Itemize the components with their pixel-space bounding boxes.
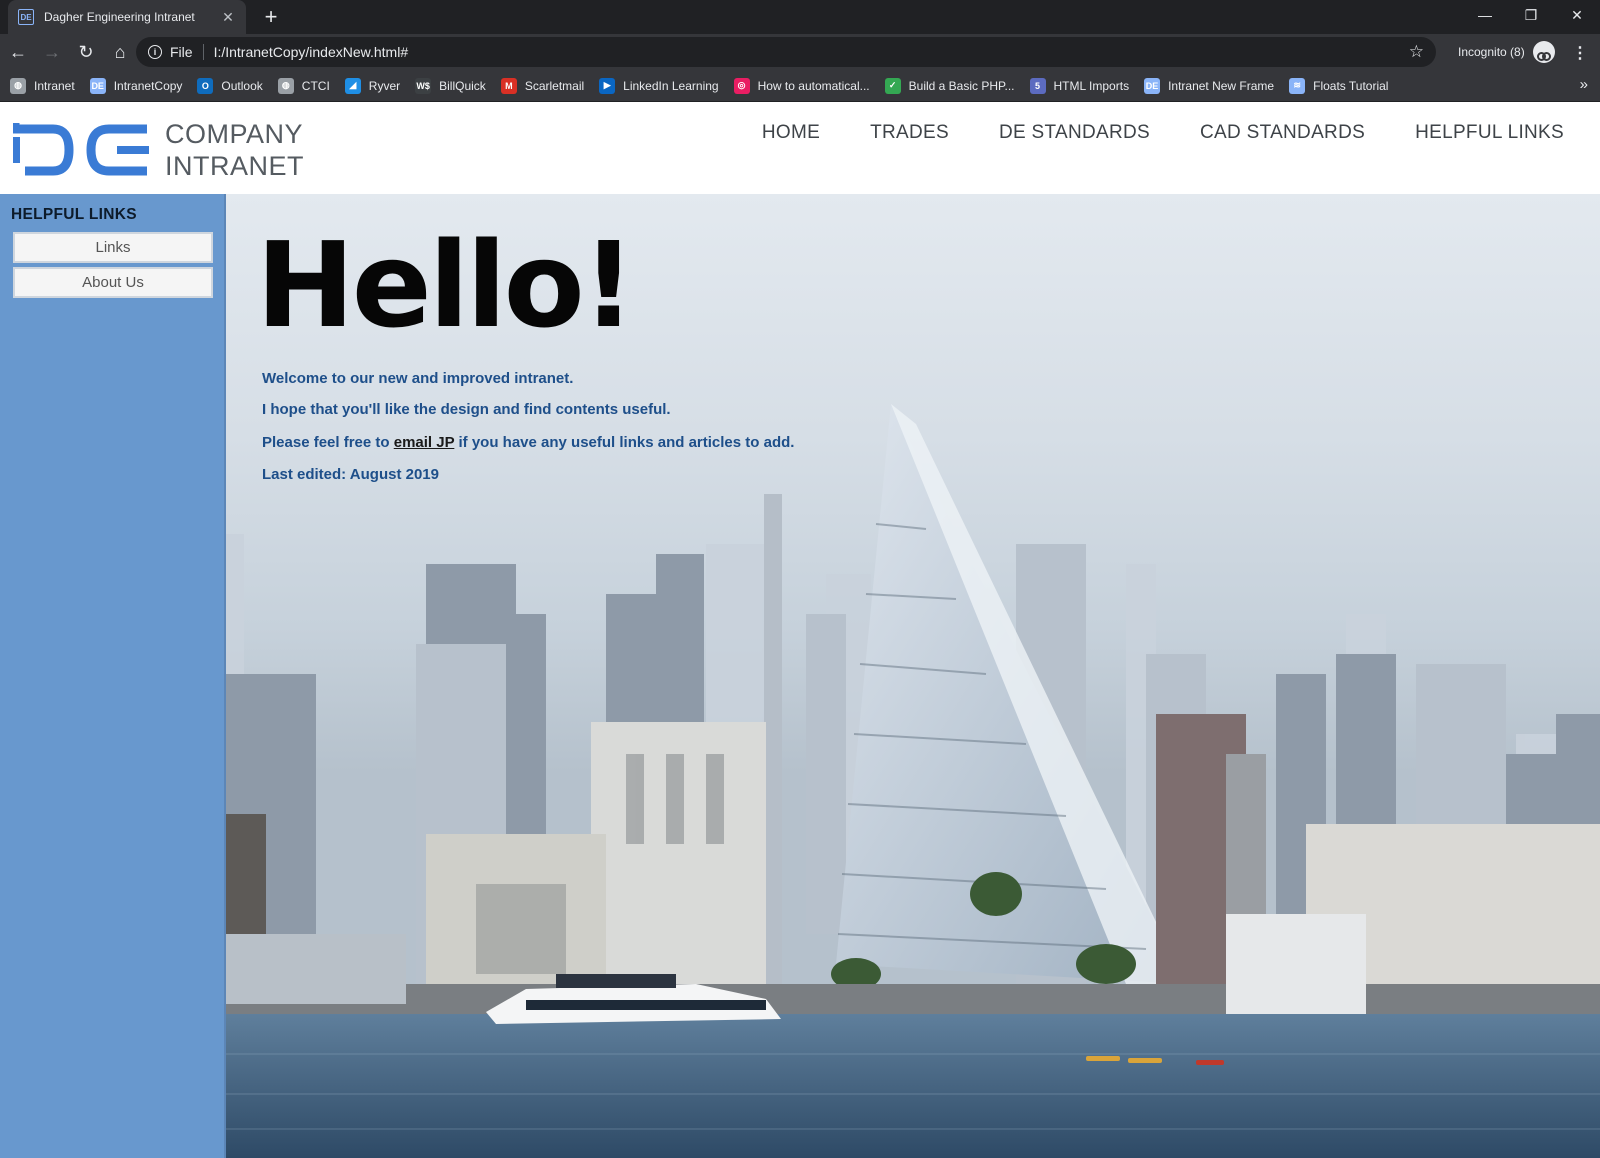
bookmark-label: Build a Basic PHP...	[908, 78, 1015, 93]
gmail-icon: M	[500, 77, 517, 94]
bookmark-label: CTCI	[301, 78, 330, 93]
restore-icon[interactable]: ❐	[1508, 0, 1554, 30]
de-logo-mark	[10, 119, 155, 181]
window-controls: — ❐ ✕	[1462, 0, 1600, 30]
bookmarks-overflow-icon[interactable]: »	[1580, 76, 1588, 93]
hero-contact-text: Please feel free to email JP if you have…	[262, 434, 794, 451]
bookmarks-bar: ◍ Intranet DE IntranetCopy O Outlook ◍ CTCI ◢ Ryv…	[0, 70, 1600, 102]
html5-icon: 5	[1029, 77, 1046, 94]
bookmark-label: How to automatical...	[757, 78, 870, 93]
new-tab-plus-icon[interactable]: +	[258, 4, 284, 30]
page-viewport: COMPANY INTRANET HOME TRADES DE STANDARD…	[0, 102, 1600, 1158]
outlook-icon: O	[197, 77, 214, 94]
hero-title: Hello!	[256, 216, 636, 354]
bookmark-item[interactable]: ◎ How to automatical...	[733, 77, 870, 94]
bookmark-item[interactable]: O Outlook	[197, 77, 263, 94]
bookmark-item[interactable]: ▶ LinkedIn Learning	[599, 77, 719, 94]
ryver-icon: ◢	[344, 77, 361, 94]
nav-trades[interactable]: TRADES	[870, 122, 949, 144]
bookmark-item[interactable]: ◢ Ryver	[344, 77, 401, 94]
de-favicon-icon: DE	[18, 9, 34, 25]
swirl-icon: ◎	[733, 77, 750, 94]
address-bar[interactable]: i File I:/IntranetCopy/indexNew.html# ☆	[136, 37, 1436, 67]
bookmark-item[interactable]: M Scarletmail	[500, 77, 585, 94]
links-button[interactable]: Links	[13, 232, 213, 263]
incognito-indicator[interactable]: Incognito (8)	[1458, 37, 1555, 67]
logo-line-intranet: INTRANET	[165, 151, 304, 181]
about-us-button[interactable]: About Us	[13, 267, 213, 298]
hero-design-text: I hope that you'll like the design and f…	[262, 401, 671, 418]
forward-arrow-icon[interactable]: →	[36, 36, 68, 68]
bookmark-label: Ryver	[368, 78, 401, 93]
hero-banner: Hello! Welcome to our new and improved i…	[226, 194, 1600, 1158]
bookmark-item[interactable]: ◍ CTCI	[277, 77, 330, 94]
close-icon[interactable]: ✕	[220, 9, 236, 26]
bookmark-item[interactable]: DE IntranetCopy	[89, 77, 183, 94]
logo-wordmark: COMPANY INTRANET	[165, 118, 304, 182]
bookmark-item[interactable]: W$ BillQuick	[415, 77, 486, 94]
bookmark-label: BillQuick	[439, 78, 486, 93]
minimize-icon[interactable]: —	[1462, 0, 1508, 30]
globe-icon: ◍	[277, 77, 294, 94]
bookmark-item[interactable]: 5 HTML Imports	[1029, 77, 1130, 94]
contact-text-start: Please feel free to	[262, 434, 394, 451]
incognito-icon	[1532, 41, 1555, 63]
tab-title: Dagher Engineering Intranet	[44, 10, 195, 24]
de-logo-icon: DE	[89, 77, 106, 94]
php-icon: ✓	[884, 77, 901, 94]
url-text[interactable]: I:/IntranetCopy/indexNew.html#	[214, 44, 1409, 60]
email-jp-link[interactable]: email JP	[394, 434, 455, 451]
company-logo[interactable]: COMPANY INTRANET	[10, 116, 304, 184]
bookmark-item[interactable]: ≋ Floats Tutorial	[1289, 77, 1389, 94]
bookmark-label: Floats Tutorial	[1313, 78, 1389, 93]
close-window-icon[interactable]: ✕	[1554, 0, 1600, 30]
nav-de-standards[interactable]: DE STANDARDS	[999, 122, 1150, 144]
nav-helpful-links[interactable]: HELPFUL LINKS	[1415, 122, 1564, 144]
bookmark-item[interactable]: ✓ Build a Basic PHP...	[884, 77, 1015, 94]
reload-icon[interactable]: ↻	[70, 36, 102, 68]
bookmark-label: HTML Imports	[1053, 78, 1130, 93]
sidebar-heading: HELPFUL LINKS	[11, 206, 137, 223]
home-icon[interactable]: ⌂	[104, 36, 136, 68]
menu-kebab-icon[interactable]: ⋮	[1572, 43, 1588, 63]
billquick-icon: W$	[415, 77, 432, 94]
bookmark-item[interactable]: DE Intranet New Frame	[1144, 77, 1275, 94]
globe-icon: ◍	[10, 77, 26, 94]
incognito-label: Incognito (8)	[1458, 45, 1525, 59]
browser-tab[interactable]: DE Dagher Engineering Intranet ✕	[8, 0, 246, 34]
last-edited-text: Last edited: August 2019	[262, 466, 439, 483]
url-scheme: File	[170, 44, 193, 60]
tab-strip: DE Dagher Engineering Intranet ✕ + — ❐ ✕	[0, 0, 1600, 34]
hero-welcome-text: Welcome to our new and improved intranet…	[262, 370, 574, 387]
bookmark-label: LinkedIn Learning	[623, 78, 719, 93]
browser-toolbar: ← → ↻ ⌂ i File I:/IntranetCopy/indexNew.…	[0, 34, 1600, 70]
main-navigation: HOME TRADES DE STANDARDS CAD STANDARDS H…	[712, 122, 1564, 144]
site-header: COMPANY INTRANET HOME TRADES DE STANDARD…	[0, 102, 1600, 194]
address-divider	[202, 44, 204, 60]
bookmark-item[interactable]: ◍ Intranet	[10, 77, 75, 94]
bookmark-label: Scarletmail	[524, 78, 585, 93]
bookmark-label: Outlook	[221, 78, 263, 93]
bookmark-label: IntranetCopy	[113, 78, 183, 93]
nav-cad-standards[interactable]: CAD STANDARDS	[1200, 122, 1365, 144]
bookmark-star-icon[interactable]: ☆	[1409, 42, 1424, 62]
bookmark-label: Intranet	[34, 78, 75, 93]
bookmark-label: Intranet New Frame	[1168, 78, 1275, 93]
info-icon[interactable]: i	[148, 45, 162, 59]
logo-line-company: COMPANY	[165, 119, 304, 149]
back-arrow-icon[interactable]: ←	[2, 36, 34, 68]
floats-icon: ≋	[1289, 77, 1306, 94]
sidebar: HELPFUL LINKS Links About Us	[0, 194, 226, 1158]
contact-text-end: if you have any useful links and article…	[454, 434, 795, 451]
nav-home[interactable]: HOME	[762, 122, 820, 144]
de-logo-icon: DE	[1144, 77, 1161, 94]
linkedin-learning-icon: ▶	[599, 77, 616, 94]
